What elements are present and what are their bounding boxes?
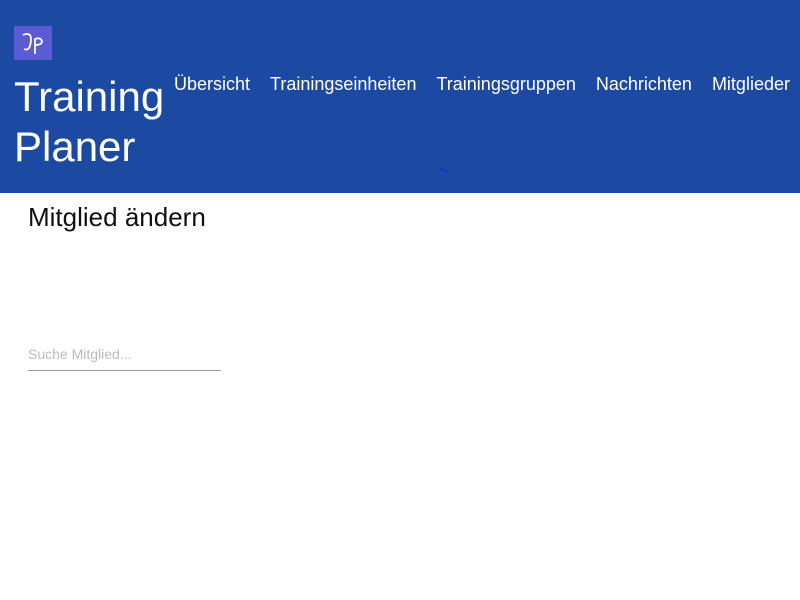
nav-training-sessions[interactable]: Trainingseinheiten [270, 72, 416, 96]
main-nav: Übersicht Trainingseinheiten Trainingsgr… [174, 72, 790, 96]
logo-icon [22, 33, 43, 54]
app-header: Training Planer Übersicht Trainingseinhe… [0, 0, 800, 193]
nav-training-groups[interactable]: Trainingsgruppen [436, 72, 575, 96]
nav-messages[interactable]: Nachrichten [596, 72, 692, 96]
logo[interactable] [14, 26, 52, 60]
page-title: Mitglied ändern [28, 202, 206, 232]
brand-title[interactable]: Training Planer [14, 72, 174, 172]
nav-members[interactable]: Mitglieder [712, 72, 790, 96]
nav-overview[interactable]: Übersicht [174, 72, 250, 96]
member-search-input[interactable] [28, 344, 221, 371]
loading-spinner-icon [438, 167, 450, 174]
